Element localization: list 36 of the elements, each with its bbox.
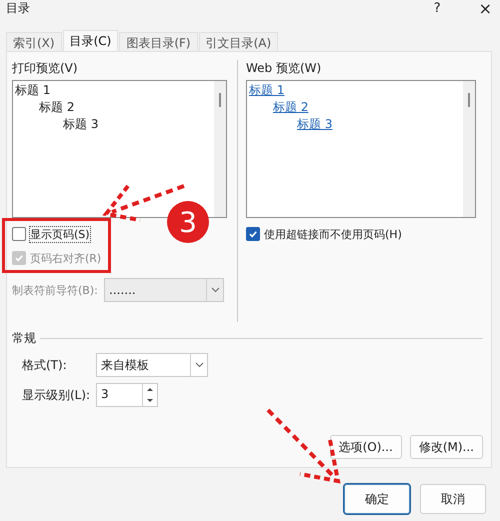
ok-button[interactable]: 确定 (344, 484, 410, 514)
scrollbar[interactable] (463, 81, 475, 217)
cancel-button[interactable]: 取消 (420, 484, 486, 514)
field-label: 格式(T): (22, 356, 68, 374)
section-title: 常规 (12, 330, 36, 347)
tab[interactable]: 索引(X) (6, 32, 62, 51)
tab[interactable]: 图表目录(F) (119, 32, 198, 51)
heading-entry: 标题 3 (63, 116, 98, 133)
field-label: 显示级别(L): (22, 386, 92, 404)
field-label: 制表符前导符(B): (12, 282, 99, 298)
checkbox-label: 使用超链接而不使用页码(H) (264, 226, 402, 242)
tab[interactable]: 目录(C) (62, 30, 118, 51)
heading-link[interactable]: 标题 3 (297, 116, 332, 133)
chevron-icon (194, 362, 204, 368)
tab[interactable]: 引文目录(A) (198, 32, 278, 51)
window-title: 目录 (6, 0, 31, 16)
close-button[interactable]: × (478, 0, 492, 18)
heading-link[interactable]: 标题 1 (249, 82, 284, 99)
checkmark-icon (14, 253, 24, 263)
checkbox-label: 显示页码(S) (30, 226, 90, 242)
dropdown[interactable]: 来自模板 (96, 353, 208, 377)
heading-link[interactable]: 标题 2 (273, 99, 308, 116)
chevron-icon (210, 287, 220, 293)
checkbox[interactable] (12, 227, 26, 241)
dialog-button[interactable]: 修改(M)... (410, 435, 483, 459)
scrollbar[interactable] (214, 81, 226, 217)
preview-label: 打印预览(V) (12, 60, 78, 77)
heading-entry: 标题 2 (39, 99, 74, 116)
dialog-button[interactable]: 选项(O)... (330, 435, 402, 459)
checkmark-icon (248, 229, 258, 239)
checkbox[interactable] (246, 227, 260, 241)
heading-entry: 标题 1 (15, 82, 50, 99)
help-button[interactable]: ? (434, 0, 441, 16)
spin-box[interactable]: 3 (96, 383, 158, 407)
preview-label: Web 预览(W) (246, 60, 322, 77)
checkbox-label: 页码右对齐(R) (30, 250, 102, 266)
